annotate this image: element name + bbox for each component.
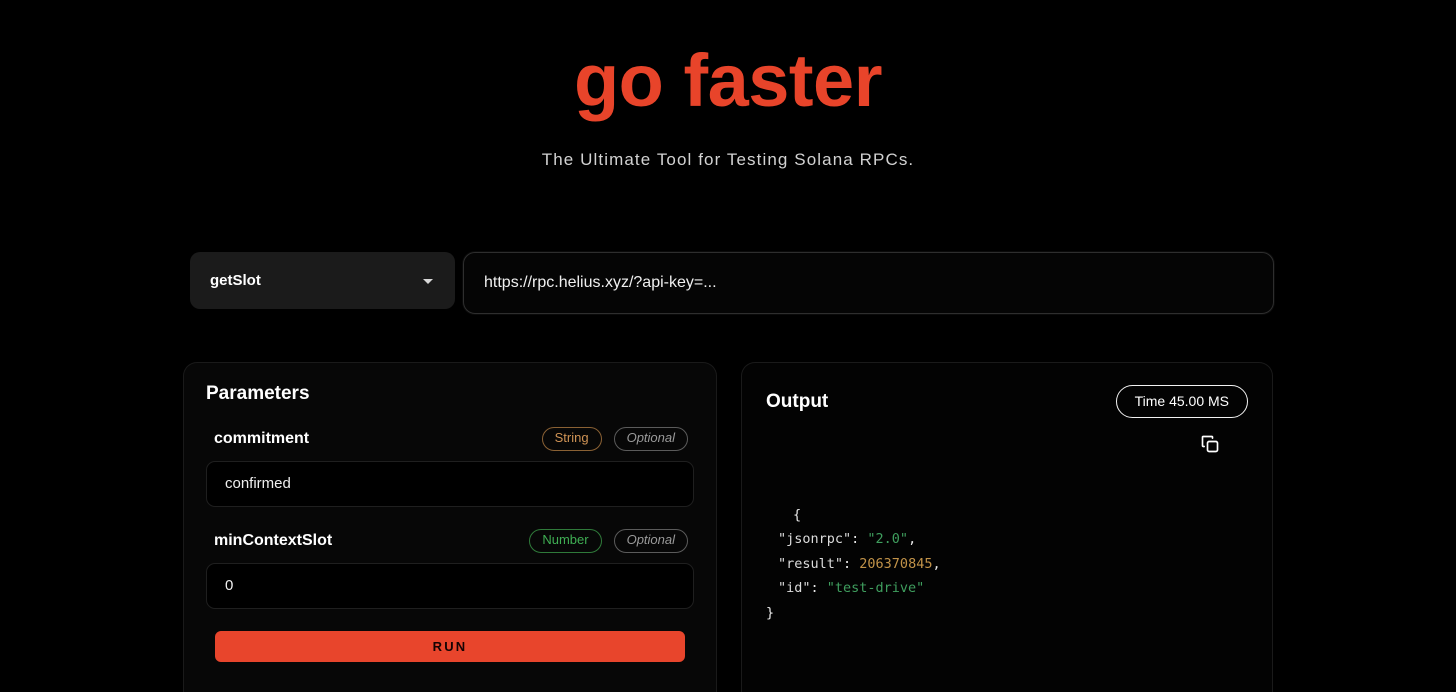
output-panel-header: Output Time 45.00 MS [766,385,1248,418]
param-row-mincontextslot: minContextSlot Number Optional 0 [206,528,694,609]
param-input-value: confirmed [225,475,291,493]
param-optional-badge: Optional [613,528,688,553]
parameters-panel: Parameters commitment String Optional co… [183,362,717,692]
json-key: "jsonrpc" [778,531,852,547]
json-response: { "jsonrpc": "2.0", "result": 206370845,… [766,478,1248,674]
parameters-panel-title: Parameters [206,383,310,404]
json-key: "id" [778,580,811,596]
copy-icon[interactable] [1200,434,1220,454]
json-separator: : [843,555,860,572]
json-separator: : [810,580,827,596]
copy-row [766,434,1248,454]
run-button[interactable]: RUN [215,630,685,662]
output-panel: Output Time 45.00 MS { "jsonrpc": "2.0",… [741,362,1273,692]
param-type-badge: Number [529,528,602,553]
json-comma: , [932,555,941,572]
json-key: "result" [778,555,844,572]
param-input-mincontextslot[interactable]: 0 [206,562,694,609]
param-header: minContextSlot Number Optional [206,528,694,553]
rpc-method-select[interactable]: getSlot [190,252,455,309]
response-time-badge: Time 45.00 MS [1115,385,1248,418]
param-badges: String Optional [541,427,688,451]
rpc-url-value: https://rpc.helius.xyz/?api-key=... [484,274,717,291]
json-value: "2.0" [867,531,909,547]
page-subtitle: The Ultimate Tool for Testing Solana RPC… [541,150,915,169]
param-input-commitment[interactable]: confirmed [206,460,694,507]
param-header: commitment String Optional [206,427,694,451]
param-label: commitment [214,429,310,447]
json-open-brace: { [793,506,802,523]
page-title: go faster [573,39,883,122]
param-badges: Number Optional [529,528,688,553]
panels-container: Parameters commitment String Optional co… [183,362,1273,692]
param-input-value: 0 [225,577,234,595]
json-line: "result": 206370845, [778,556,941,572]
json-close-brace: } [766,604,775,621]
json-separator: : [851,531,868,547]
rpc-url-input[interactable]: https://rpc.helius.xyz/?api-key=... [463,252,1274,314]
app-root: go faster The Ultimate Tool for Testing … [0,0,1456,692]
json-line: "id": "test-drive" [778,580,924,596]
query-bar: getSlot https://rpc.helius.xyz/?api-key=… [190,252,1274,314]
param-row-commitment: commitment String Optional confirmed [206,427,694,507]
param-label: minContextSlot [214,531,333,549]
json-value: "test-drive" [826,580,925,596]
hero-section: go faster The Ultimate Tool for Testing … [0,0,1456,170]
json-value: 206370845 [859,555,933,572]
json-comma: , [908,531,917,547]
output-panel-title: Output [766,390,829,412]
rpc-method-label: getSlot [210,272,261,289]
json-line: "jsonrpc": "2.0", [778,531,916,547]
param-type-badge: String [541,427,602,451]
param-optional-badge: Optional [613,427,688,451]
chevron-down-icon [423,279,433,284]
